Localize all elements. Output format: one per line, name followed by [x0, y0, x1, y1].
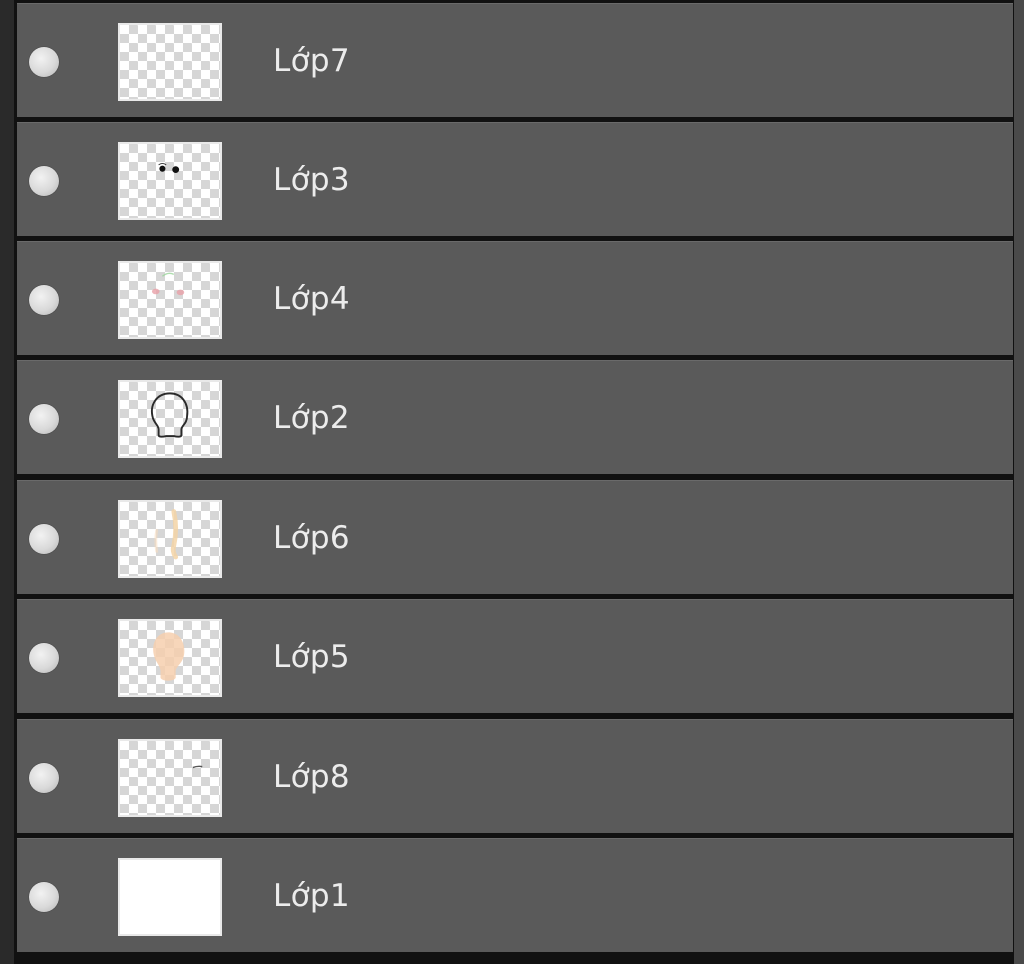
layer-name: Lớp3: [273, 162, 350, 198]
visibility-toggle-icon[interactable]: [29, 763, 59, 793]
visibility-toggle-icon[interactable]: [29, 643, 59, 673]
layer-row-lop7[interactable]: Lớp7: [17, 3, 1013, 117]
layer-name: Lớp7: [273, 43, 350, 79]
layer-thumbnail: [118, 619, 222, 697]
layer-name: Lớp2: [273, 400, 350, 436]
layer-name: Lớp1: [273, 878, 350, 914]
layer-thumbnail: [118, 380, 222, 458]
visibility-toggle-icon[interactable]: [29, 882, 59, 912]
panel-left-edge: [0, 0, 14, 964]
visibility-toggle-icon[interactable]: [29, 47, 59, 77]
visibility-toggle-icon[interactable]: [29, 166, 59, 196]
visibility-toggle-icon[interactable]: [29, 285, 59, 315]
layer-row-lop4[interactable]: Lớp4: [17, 241, 1013, 355]
layer-thumbnail: [118, 142, 222, 220]
hair-strands-icon: [154, 509, 179, 560]
layer-thumbnail: [118, 23, 222, 101]
visibility-toggle-icon[interactable]: [29, 404, 59, 434]
layer-thumbnail: [118, 858, 222, 936]
head-outline-icon: [151, 392, 189, 438]
blush-marks-icon: [151, 272, 185, 296]
layer-row-lop5[interactable]: Lớp5: [17, 599, 1013, 713]
skin-fill-icon: [153, 632, 185, 681]
layer-row-lop1[interactable]: Lớp1: [17, 838, 1013, 952]
eyes-sketch-icon: [158, 162, 180, 174]
layer-row-lop8[interactable]: Lớp8: [17, 719, 1013, 833]
layer-name: Lớp6: [273, 520, 350, 556]
visibility-toggle-icon[interactable]: [29, 524, 59, 554]
layers-panel: Lớp7 Lớp3 Lớp4 Lớp2 Lớp6 Lớp5 Lớp8 Lớp1: [0, 0, 1024, 964]
layer-name: Lớp5: [273, 639, 350, 675]
layer-name: Lớp8: [273, 759, 350, 795]
layer-list: Lớp7 Lớp3 Lớp4 Lớp2 Lớp6 Lớp5 Lớp8 Lớp1: [17, 0, 1013, 964]
layer-thumbnail: [118, 261, 222, 339]
layer-thumbnail: [118, 500, 222, 578]
panel-right-edge: [1014, 0, 1024, 964]
layer-row-lop6[interactable]: Lớp6: [17, 480, 1013, 594]
layer-name: Lớp4: [273, 281, 350, 317]
small-mark-icon: [192, 765, 203, 769]
layer-thumbnail: [118, 739, 222, 817]
layer-row-lop2[interactable]: Lớp2: [17, 360, 1013, 474]
layer-row-lop3[interactable]: Lớp3: [17, 122, 1013, 236]
